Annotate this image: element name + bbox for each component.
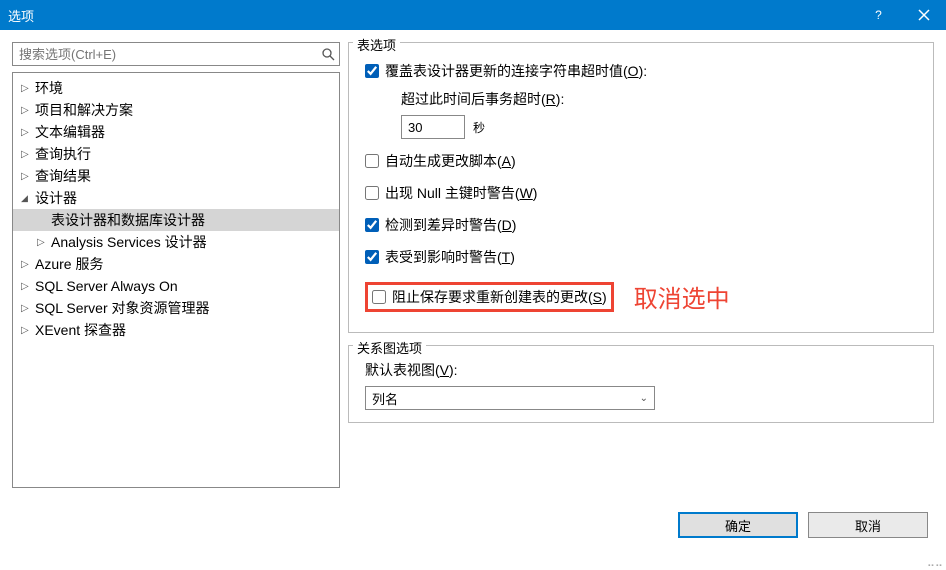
timeout-input[interactable] (401, 115, 465, 139)
tree-item-always-on[interactable]: SQL Server Always On (13, 275, 339, 297)
override-conn-input[interactable] (365, 64, 379, 78)
tree-item-label: Azure 服务 (35, 254, 103, 274)
chevron-right-icon (21, 82, 35, 94)
tree-item-label: Analysis Services 设计器 (51, 232, 207, 252)
tree-item-label: 查询执行 (35, 144, 91, 164)
select-value: 列名 (372, 389, 398, 408)
tree-item-query-results[interactable]: 查询结果 (13, 165, 339, 187)
default-view-label: 默认表视图(V): (365, 360, 923, 380)
table-options-group: 表选项 覆盖表设计器更新的连接字符串超时值(O): 超过此时间后事务超时(R):… (348, 42, 934, 333)
tree-item-label: 文本编辑器 (35, 122, 105, 142)
diagram-options-group: 关系图选项 默认表视图(V): 列名 ⌄ (348, 345, 934, 423)
help-icon: ? (875, 8, 882, 22)
checkbox-label: 自动生成更改脚本(A) (385, 151, 516, 171)
chevron-right-icon (21, 280, 35, 292)
auto-gen-checkbox[interactable]: 自动生成更改脚本(A) (365, 151, 923, 171)
tree-item-table-designer[interactable]: 表设计器和数据库设计器 (13, 209, 339, 231)
tree-item-analysis-services[interactable]: Analysis Services 设计器 (13, 231, 339, 253)
tree-item-label: 环境 (35, 78, 63, 98)
chevron-right-icon (21, 148, 35, 160)
checkbox-label: 表受到影响时警告(T) (385, 247, 515, 267)
search-input[interactable] (13, 43, 317, 65)
tree-item-label: 项目和解决方案 (35, 100, 133, 120)
tree-item-environment[interactable]: 环境 (13, 77, 339, 99)
help-button[interactable]: ? (856, 0, 901, 30)
chevron-down-icon (21, 192, 35, 204)
resize-grip-icon: ⣀⣀ (927, 554, 943, 567)
diff-warn-checkbox[interactable]: 检测到差异时警告(D) (365, 215, 923, 235)
chevron-right-icon (21, 302, 35, 314)
tree-item-query-exec[interactable]: 查询执行 (13, 143, 339, 165)
auto-gen-input[interactable] (365, 154, 379, 168)
search-icon (317, 47, 339, 61)
table-options-legend: 表选项 (353, 35, 400, 54)
prevent-save-checkbox[interactable]: 阻止保存要求重新创建表的更改(S) (365, 282, 614, 312)
cancel-button[interactable]: 取消 (808, 512, 928, 538)
checkbox-label: 检测到差异时警告(D) (385, 215, 516, 235)
chevron-down-icon: ⌄ (640, 393, 648, 404)
checkbox-label: 覆盖表设计器更新的连接字符串超时值(O): (385, 61, 647, 81)
chevron-right-icon (21, 104, 35, 116)
ok-button[interactable]: 确定 (678, 512, 798, 538)
diff-warn-input[interactable] (365, 218, 379, 232)
tree-item-label: SQL Server 对象资源管理器 (35, 298, 210, 318)
tree-item-projects[interactable]: 项目和解决方案 (13, 99, 339, 121)
title-bar: 选项 ? (0, 0, 946, 30)
chevron-right-icon (21, 258, 35, 270)
diagram-options-legend: 关系图选项 (353, 338, 426, 357)
tree-item-label: 设计器 (35, 188, 77, 208)
window-title: 选项 (8, 6, 856, 25)
timeout-label: 超过此时间后事务超时(R): (401, 89, 923, 109)
default-view-select[interactable]: 列名 ⌄ (365, 386, 655, 410)
override-conn-checkbox[interactable]: 覆盖表设计器更新的连接字符串超时值(O): (365, 61, 923, 81)
tree-item-azure[interactable]: Azure 服务 (13, 253, 339, 275)
close-icon (918, 9, 930, 21)
affect-warn-checkbox[interactable]: 表受到影响时警告(T) (365, 247, 923, 267)
checkbox-label: 出现 Null 主键时警告(W) (385, 183, 537, 203)
checkbox-label: 阻止保存要求重新创建表的更改(S) (392, 287, 607, 307)
null-warn-checkbox[interactable]: 出现 Null 主键时警告(W) (365, 183, 923, 203)
options-tree[interactable]: 环境 项目和解决方案 文本编辑器 查询执行 查询结果 设计器 表设计器和数据库设… (12, 72, 340, 488)
tree-item-label: SQL Server Always On (35, 278, 178, 294)
tree-item-label: XEvent 探查器 (35, 320, 126, 340)
search-box[interactable] (12, 42, 340, 66)
tree-item-xevent[interactable]: XEvent 探查器 (13, 319, 339, 341)
chevron-right-icon (21, 126, 35, 138)
close-button[interactable] (901, 0, 946, 30)
tree-item-label: 查询结果 (35, 166, 91, 186)
chevron-right-icon (21, 170, 35, 182)
annotation-text: 取消选中 (634, 279, 730, 314)
chevron-right-icon (37, 236, 51, 248)
null-warn-input[interactable] (365, 186, 379, 200)
tree-item-designers[interactable]: 设计器 (13, 187, 339, 209)
chevron-right-icon (21, 324, 35, 336)
tree-item-label: 表设计器和数据库设计器 (51, 210, 205, 230)
timeout-unit: 秒 (473, 119, 485, 136)
prevent-save-input[interactable] (372, 290, 386, 304)
affect-warn-input[interactable] (365, 250, 379, 264)
tree-item-text-editor[interactable]: 文本编辑器 (13, 121, 339, 143)
tree-item-object-explorer[interactable]: SQL Server 对象资源管理器 (13, 297, 339, 319)
